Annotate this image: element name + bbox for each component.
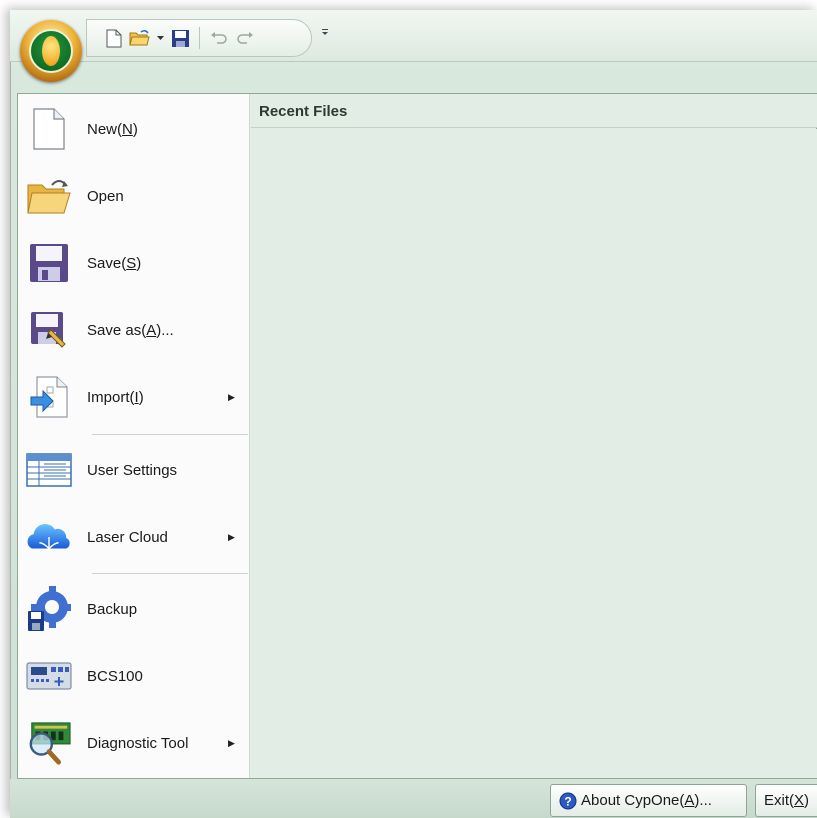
menu-item-diagnostic-tool[interactable]: Diagnostic Tool ▶ <box>18 710 250 776</box>
toolbar-separator <box>199 27 200 49</box>
application-button[interactable] <box>20 20 82 82</box>
recent-files-list <box>251 129 817 778</box>
menu-item-new[interactable]: New(N) <box>18 96 250 162</box>
menu-item-label: New(N) <box>87 120 138 138</box>
exit-button[interactable]: Exit(X) <box>755 784 817 817</box>
menu-separator <box>92 573 248 574</box>
app-menu-commands: New(N) Open Save(S) Save as(A)... Import… <box>18 94 250 778</box>
menu-item-backup[interactable]: Backup <box>18 576 250 642</box>
cloud-icon <box>26 514 72 560</box>
menu-item-save[interactable]: Save(S) <box>18 230 250 296</box>
menu-separator <box>92 434 248 435</box>
redo-icon[interactable] <box>234 27 256 49</box>
submenu-arrow-icon: ▶ <box>228 391 235 402</box>
customize-toolbar-icon[interactable] <box>318 27 332 45</box>
menu-item-label: Laser Cloud <box>87 528 168 546</box>
menu-item-laser-cloud[interactable]: Laser Cloud ▶ <box>18 504 250 570</box>
import-icon <box>26 374 72 420</box>
menu-item-label: BCS100 <box>87 667 143 685</box>
save-icon <box>26 240 72 286</box>
menu-item-open[interactable]: Open <box>18 163 250 229</box>
recent-files-title: Recent Files <box>259 103 348 120</box>
open-folder-icon <box>26 173 72 219</box>
menu-item-import[interactable]: Import(I) ▶ <box>18 364 250 430</box>
controller-icon <box>26 653 72 699</box>
help-icon: ? <box>559 792 577 810</box>
save-as-icon <box>26 307 72 353</box>
recent-files-header: Recent Files <box>251 94 817 128</box>
menu-item-label: Save(S) <box>87 254 142 272</box>
undo-icon[interactable] <box>208 27 230 49</box>
app-logo-icon <box>29 29 73 73</box>
menu-item-bcs100[interactable]: BCS100 <box>18 643 250 709</box>
submenu-arrow-icon: ▶ <box>228 531 235 542</box>
diagnostic-icon <box>26 720 72 766</box>
submenu-arrow-icon: ▶ <box>228 737 235 748</box>
menu-item-label: Import(I) <box>87 388 144 406</box>
menu-item-user-settings[interactable]: User Settings <box>18 437 250 503</box>
user-settings-icon <box>26 447 72 493</box>
backup-icon <box>26 586 72 632</box>
save-icon[interactable] <box>169 27 191 49</box>
menu-item-label: Save as(A)... <box>87 321 174 339</box>
about-label: About CypOne(A)... <box>581 792 712 809</box>
menu-item-label: User Settings <box>87 461 178 479</box>
menu-item-label: Open <box>87 187 124 205</box>
about-button[interactable]: ? About CypOne(A)... <box>550 784 747 817</box>
open-folder-icon[interactable] <box>129 27 151 49</box>
quick-access-toolbar <box>86 19 312 57</box>
menu-item-save-as[interactable]: Save as(A)... <box>18 297 250 363</box>
menu-item-label: Diagnostic Tool <box>87 734 189 752</box>
exit-label: Exit(X) <box>764 792 810 809</box>
chevron-down-icon[interactable] <box>155 27 165 49</box>
new-file-icon[interactable] <box>103 27 125 49</box>
new-file-icon <box>26 106 72 152</box>
svg-text:?: ? <box>564 794 571 808</box>
menu-item-label: Backup <box>87 600 138 618</box>
